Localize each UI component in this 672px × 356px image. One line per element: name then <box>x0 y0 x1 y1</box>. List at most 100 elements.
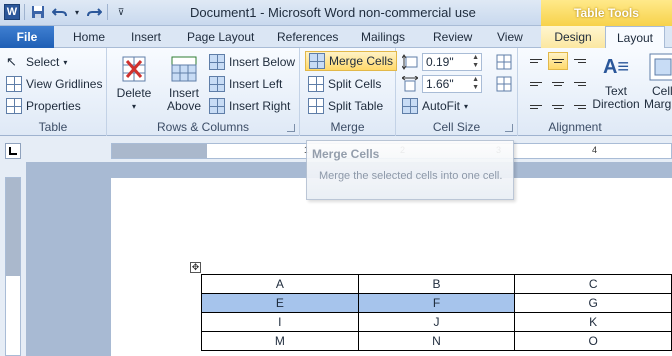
insert-below-label: Insert Below <box>229 55 296 69</box>
redo-icon[interactable] <box>85 3 103 21</box>
spinner-icon[interactable]: ▲ ▼ <box>472 76 479 92</box>
group-label-table: Table <box>38 120 68 134</box>
split-table-button[interactable]: Split Table <box>308 96 383 116</box>
column-width-value: 1.66" <box>426 77 454 91</box>
delete-label: Delete <box>116 86 152 100</box>
ruler-margin <box>6 178 20 276</box>
save-icon[interactable] <box>29 3 47 21</box>
toolbar-separator <box>24 4 25 20</box>
tab-view[interactable]: View <box>497 26 523 48</box>
align-bottom-center-icon[interactable] <box>548 98 568 116</box>
word-icon[interactable]: W <box>4 4 20 20</box>
insert-above-label-2: Above <box>166 99 202 113</box>
align-bottom-right-icon[interactable] <box>570 98 590 116</box>
tab-page-layout[interactable]: Page Layout <box>187 26 254 48</box>
row-height-icon <box>401 54 418 70</box>
text-direction-label-2: Direction <box>592 97 640 111</box>
column-width-input[interactable]: 1.66" ▲ ▼ <box>422 75 482 93</box>
align-bottom-left-icon[interactable] <box>526 98 546 116</box>
align-top-left-icon[interactable] <box>526 52 546 70</box>
align-top-right-icon[interactable] <box>570 52 590 70</box>
select-label: Select <box>26 55 60 69</box>
align-center-left-icon[interactable] <box>526 75 546 93</box>
tab-review[interactable]: Review <box>433 26 472 48</box>
insert-left-button[interactable]: Insert Left <box>209 74 282 94</box>
text-direction-button[interactable]: A≡ Text Direction <box>592 52 640 111</box>
align-top-center-icon[interactable] <box>548 52 568 70</box>
delete-button[interactable]: Delete ▾ <box>113 54 155 113</box>
split-table-label: Split Table <box>328 99 384 113</box>
insert-above-button[interactable]: Insert Above <box>163 54 205 113</box>
table-cell-selected[interactable]: E <box>201 293 359 313</box>
table-cell[interactable]: A <box>201 274 359 294</box>
merge-cells-icon <box>309 53 325 69</box>
properties-label: Properties <box>26 99 81 113</box>
distribute-columns-icon[interactable] <box>496 76 512 92</box>
insert-right-button[interactable]: Insert Right <box>209 96 290 116</box>
tab-file[interactable]: File <box>0 26 54 48</box>
ruler-margin <box>112 144 207 158</box>
vertical-ruler[interactable] <box>5 177 21 356</box>
view-gridlines-label: View Gridlines <box>26 77 103 91</box>
table-cell[interactable]: J <box>357 312 516 332</box>
table-cell[interactable]: O <box>514 331 672 351</box>
insert-right-label: Insert Right <box>229 99 291 113</box>
spinner-icon[interactable]: ▲ ▼ <box>472 54 479 70</box>
ribbon-tabs: File Home Insert Page Layout References … <box>0 26 672 49</box>
autofit-icon <box>402 98 418 114</box>
properties-button[interactable]: Properties <box>6 96 81 116</box>
table-cell[interactable]: M <box>201 331 359 351</box>
insert-below-icon <box>209 54 225 70</box>
distribute-rows-icon[interactable] <box>496 54 512 70</box>
table-cell[interactable]: C <box>514 274 672 294</box>
tab-layout[interactable]: Layout <box>605 26 665 49</box>
table-cell[interactable]: G <box>514 293 672 313</box>
dialog-launcher-icon[interactable] <box>287 124 295 132</box>
table-row: M N O <box>201 331 672 351</box>
align-center-icon[interactable] <box>548 75 568 93</box>
group-label-alignment: Alignment <box>548 120 602 134</box>
row-height-input[interactable]: 0.19" ▲ ▼ <box>422 53 482 71</box>
cell-margins-button[interactable]: Cell Margins <box>642 52 672 111</box>
tooltip-title: Merge Cells <box>312 147 380 161</box>
autofit-button[interactable]: AutoFit ▾ <box>402 96 468 116</box>
dialog-launcher-icon[interactable] <box>505 124 513 132</box>
tab-selector-icon[interactable] <box>5 143 21 159</box>
cursor-icon: ↖ <box>6 54 17 69</box>
text-direction-icon: A≡ <box>602 56 630 78</box>
ruler-number: 4 <box>592 145 598 155</box>
tab-home[interactable]: Home <box>73 26 105 48</box>
tab-references[interactable]: References <box>277 26 338 48</box>
view-gridlines-button[interactable]: View Gridlines <box>6 74 102 94</box>
insert-below-button[interactable]: Insert Below <box>209 52 295 72</box>
customize-icon[interactable]: ⊽ <box>112 3 130 21</box>
group-cell-size: 0.19" ▲ ▼ 1.66" ▲ ▼ AutoFit ▾ Cell Size <box>396 48 518 136</box>
table-cell[interactable]: I <box>201 312 359 332</box>
group-alignment: A≡ Text Direction Cell Margins Alignment <box>518 48 672 136</box>
chevron-down-icon: ▾ <box>131 102 136 111</box>
table-cell-selected[interactable]: F <box>357 293 516 313</box>
table-cell[interactable]: B <box>357 274 516 294</box>
tab-mailings[interactable]: Mailings <box>361 26 405 48</box>
tab-insert[interactable]: Insert <box>131 26 161 48</box>
row-height-value: 0.19" <box>426 55 454 69</box>
tab-design[interactable]: Design <box>541 26 605 48</box>
undo-icon[interactable] <box>51 3 69 21</box>
document-table[interactable]: A B C E F G I J K M N O <box>201 274 672 351</box>
cell-margins-icon <box>648 52 672 82</box>
insert-right-icon <box>209 98 225 114</box>
table-move-handle-icon[interactable]: ✥ <box>190 262 201 273</box>
align-center-right-icon[interactable] <box>570 75 590 93</box>
table-cell[interactable]: K <box>514 312 672 332</box>
vertical-ruler-area <box>0 137 26 356</box>
group-merge: Merge Cells Split Cells Split Table Merg… <box>300 48 398 136</box>
split-cells-button[interactable]: Split Cells <box>308 74 381 94</box>
merge-cells-tooltip: Merge Cells Merge the selected cells int… <box>306 140 514 200</box>
chevron-down-icon[interactable]: ▾ <box>73 3 81 21</box>
table-cell[interactable]: N <box>357 331 516 351</box>
group-label-cell-size: Cell Size <box>432 120 481 134</box>
merge-cells-button[interactable]: Merge Cells <box>305 51 398 71</box>
toolbar-separator <box>107 4 108 20</box>
split-cells-icon <box>308 76 324 92</box>
select-button[interactable]: ↖ Select ▾ <box>6 52 67 72</box>
